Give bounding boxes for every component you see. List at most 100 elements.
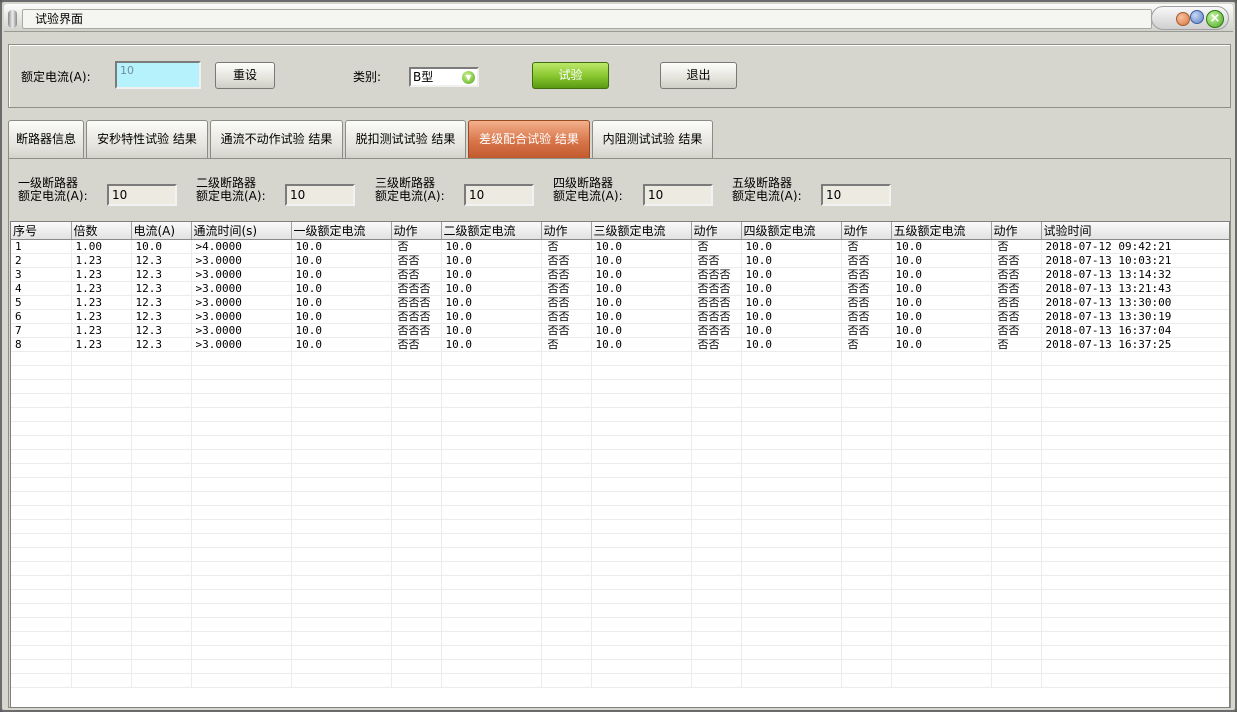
table-cell[interactable]: 10.0 — [891, 281, 992, 296]
results-grid[interactable]: 序号 倍数 电流(A) 通流时间(s) 一级额定电流 动作 二级额定电流 动作 … — [10, 221, 1230, 708]
table-cell[interactable]: 否 — [991, 239, 1042, 254]
table-cell[interactable]: 否否否 — [391, 295, 442, 310]
table-row[interactable]: 2 1.23 12.3 >3.0000 10.0 否否 10.0 否否 10.0 否否 10.0 否否… — [11, 253, 1229, 268]
table-cell[interactable]: 10.0 — [741, 323, 842, 338]
table-cell[interactable]: 10.0 — [441, 267, 542, 282]
table-cell[interactable]: >3.0000 — [191, 323, 292, 338]
table-cell[interactable]: 否否 — [841, 253, 892, 268]
table-cell[interactable]: 1.23 — [71, 253, 132, 268]
table-cell[interactable]: 10.0 — [891, 295, 992, 310]
table-cell[interactable]: 12.3 — [131, 253, 192, 268]
table-cell[interactable]: 1.00 — [71, 239, 132, 254]
table-cell[interactable]: 10.0 — [441, 337, 542, 352]
table-cell[interactable]: 10.0 — [741, 253, 842, 268]
category-select[interactable]: B型 ▼ — [409, 67, 479, 87]
table-cell[interactable]: 否否 — [691, 253, 742, 268]
tab-internal-resistance-result[interactable]: 内阻测试试验 结果 — [592, 120, 713, 158]
table-cell[interactable]: 否否 — [541, 281, 592, 296]
chevron-down-icon[interactable]: ▼ — [462, 71, 475, 84]
table-cell[interactable]: 否否 — [541, 267, 592, 282]
table-cell[interactable]: 10.0 — [441, 323, 542, 338]
table-cell[interactable]: 10.0 — [131, 239, 192, 254]
table-cell[interactable]: 6 — [11, 309, 72, 324]
table-cell[interactable]: 10.0 — [291, 253, 392, 268]
table-cell[interactable]: >3.0000 — [191, 267, 292, 282]
table-cell[interactable]: 10.0 — [291, 295, 392, 310]
table-cell[interactable]: 否否 — [841, 295, 892, 310]
table-row[interactable]: 6 1.23 12.3 >3.0000 10.0 否否否 10.0 否否 10.0 否否否 10.0… — [11, 309, 1229, 324]
rated-current-input[interactable]: 10 — [115, 61, 201, 89]
table-cell[interactable]: 否否 — [391, 253, 442, 268]
col-header-level2-rated[interactable]: 二级额定电流 — [441, 222, 542, 240]
col-header-multiple[interactable]: 倍数 — [71, 222, 132, 240]
table-row[interactable]: 1 1.00 10.0 >4.0000 10.0 否 10.0 否 10.0 否 10.0 否 10.0… — [11, 239, 1229, 254]
tab-no-trip-result[interactable]: 通流不动作试验 结果 — [210, 120, 343, 158]
level5-current-input[interactable]: 10 — [821, 184, 891, 206]
table-cell[interactable]: 10.0 — [741, 309, 842, 324]
level3-current-input[interactable]: 10 — [464, 184, 534, 206]
tab-trip-test-result[interactable]: 脱扣测试试验 结果 — [345, 120, 466, 158]
table-cell[interactable]: 10.0 — [891, 267, 992, 282]
table-cell[interactable]: 10.0 — [741, 267, 842, 282]
table-cell[interactable]: 10.0 — [441, 253, 542, 268]
col-header-level2-action[interactable]: 动作 — [541, 222, 592, 240]
table-cell[interactable]: >3.0000 — [191, 337, 292, 352]
table-cell[interactable]: >3.0000 — [191, 309, 292, 324]
table-cell[interactable]: 1.23 — [71, 337, 132, 352]
tab-selectivity-result[interactable]: 差级配合试验 结果 — [468, 120, 590, 158]
table-cell[interactable]: 3 — [11, 267, 72, 282]
table-cell[interactable]: 否否 — [391, 267, 442, 282]
table-cell[interactable]: 12.3 — [131, 281, 192, 296]
table-cell[interactable]: 10.0 — [591, 323, 692, 338]
table-cell[interactable]: 否否 — [841, 323, 892, 338]
table-cell[interactable]: 10.0 — [441, 239, 542, 254]
table-cell[interactable]: 2018-07-13 13:21:43 — [1041, 281, 1229, 296]
table-cell[interactable]: 10.0 — [891, 309, 992, 324]
col-header-level4-action[interactable]: 动作 — [841, 222, 892, 240]
table-cell[interactable]: 否否否 — [691, 267, 742, 282]
reset-button[interactable]: 重设 — [215, 62, 275, 89]
table-cell[interactable]: 否否否 — [691, 323, 742, 338]
table-cell[interactable]: 否否 — [991, 267, 1042, 282]
table-cell[interactable]: 10.0 — [291, 309, 392, 324]
table-cell[interactable]: 12.3 — [131, 267, 192, 282]
table-row[interactable]: 5 1.23 12.3 >3.0000 10.0 否否否 10.0 否否 10.0 否否否 10.0… — [11, 295, 1229, 310]
table-cell[interactable]: 1.23 — [71, 281, 132, 296]
table-cell[interactable]: 10.0 — [591, 295, 692, 310]
table-cell[interactable]: 12.3 — [131, 309, 192, 324]
table-cell[interactable]: 否 — [541, 239, 592, 254]
exit-button[interactable]: 退出 — [660, 62, 737, 89]
table-cell[interactable]: 10.0 — [591, 253, 692, 268]
tab-ampere-second-result[interactable]: 安秒特性试验 结果 — [86, 120, 208, 158]
table-cell[interactable]: 否否 — [841, 267, 892, 282]
col-header-level3-rated[interactable]: 三级额定电流 — [591, 222, 692, 240]
table-cell[interactable]: 10.0 — [291, 267, 392, 282]
table-cell[interactable]: 10.0 — [741, 281, 842, 296]
table-cell[interactable]: 10.0 — [741, 239, 842, 254]
table-cell[interactable]: 2018-07-12 09:42:21 — [1041, 239, 1229, 254]
table-cell[interactable]: 12.3 — [131, 337, 192, 352]
col-header-level4-rated[interactable]: 四级额定电流 — [741, 222, 842, 240]
table-cell[interactable]: 12.3 — [131, 295, 192, 310]
col-header-level1-rated[interactable]: 一级额定电流 — [291, 222, 392, 240]
table-cell[interactable]: 否否 — [991, 281, 1042, 296]
maximize-button[interactable] — [1190, 10, 1204, 24]
table-cell[interactable]: 否否否 — [391, 309, 442, 324]
table-cell[interactable]: 否否 — [991, 323, 1042, 338]
col-header-current[interactable]: 电流(A) — [131, 222, 192, 240]
table-cell[interactable]: 否 — [841, 337, 892, 352]
table-cell[interactable]: 否否 — [541, 309, 592, 324]
table-cell[interactable]: 10.0 — [891, 239, 992, 254]
table-cell[interactable]: 10.0 — [591, 309, 692, 324]
table-cell[interactable]: 否否否 — [391, 281, 442, 296]
minimize-button[interactable] — [1176, 12, 1190, 26]
test-button[interactable]: 试验 — [532, 62, 609, 89]
table-cell[interactable]: 否否否 — [691, 295, 742, 310]
table-cell[interactable]: 1 — [11, 239, 72, 254]
table-row[interactable]: 3 1.23 12.3 >3.0000 10.0 否否 10.0 否否 10.0 否否否 10.0 否… — [11, 267, 1229, 282]
table-cell[interactable]: 否否 — [691, 337, 742, 352]
table-cell[interactable]: 否否 — [541, 295, 592, 310]
table-cell[interactable]: 2018-07-13 10:03:21 — [1041, 253, 1229, 268]
table-cell[interactable]: >3.0000 — [191, 253, 292, 268]
table-cell[interactable]: >4.0000 — [191, 239, 292, 254]
